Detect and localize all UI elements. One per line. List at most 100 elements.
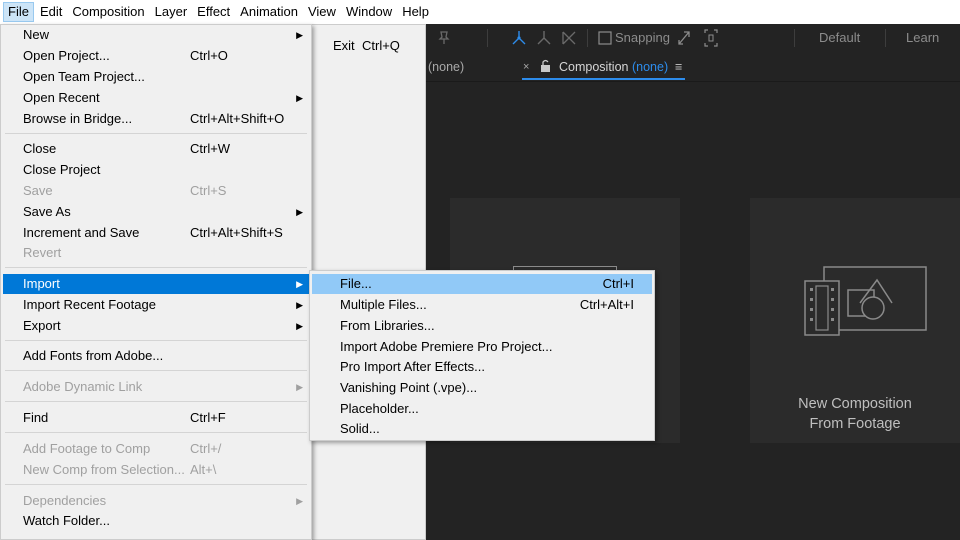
puppet-advanced-icon[interactable]	[535, 24, 553, 52]
menu-item-label: Browse in Bridge...	[23, 111, 133, 126]
menu-item-label: Add Footage to Comp	[23, 441, 151, 456]
menu-item-exit[interactable]: Exit Ctrl+Q	[312, 36, 425, 56]
menu-item-label: Adobe Dynamic Link	[23, 379, 143, 394]
import-item-from-libraries[interactable]: From Libraries...	[312, 316, 652, 336]
menu-item-shortcut: Ctrl+S	[190, 183, 227, 198]
exit-shortcut: Ctrl+Q	[362, 38, 400, 53]
menu-help[interactable]: Help	[398, 2, 433, 22]
snap-arrow-icon[interactable]	[676, 24, 692, 52]
menu-item-save-as[interactable]: Save As ▶	[3, 202, 309, 222]
menu-item-label: From Libraries...	[340, 318, 435, 333]
menu-item-label: Import Recent Footage	[23, 297, 156, 312]
menu-separator	[5, 340, 307, 341]
import-item-premiere-project[interactable]: Import Adobe Premiere Pro Project...	[312, 337, 652, 357]
menu-item-new[interactable]: New ▶	[3, 25, 309, 45]
menu-item-label: Open Project...	[23, 48, 110, 63]
menu-separator	[5, 267, 307, 268]
menu-item-label: Save As	[23, 204, 71, 219]
menu-item-label: Placeholder...	[340, 401, 419, 416]
new-comp-from-footage-card[interactable]: New Composition From Footage	[750, 198, 960, 443]
import-item-placeholder[interactable]: Placeholder...	[312, 399, 652, 419]
file-menu: New ▶ Open Project... Ctrl+O Open Team Pro…	[0, 24, 312, 540]
menu-item-shortcut: Ctrl+I	[602, 276, 634, 291]
menu-separator	[5, 401, 307, 402]
composition-tab-value: (none)	[631, 60, 669, 74]
project-tab-none[interactable]: (none)	[428, 52, 464, 82]
menu-composition[interactable]: Composition	[68, 2, 148, 22]
menu-item-label: Close Project	[23, 162, 101, 177]
menu-item-close[interactable]: Close Ctrl+W	[3, 139, 309, 159]
menu-item-label: Add Fonts from Adobe...	[23, 348, 164, 363]
menu-item-label: Export	[23, 318, 61, 333]
menu-item-shortcut: Ctrl+Alt+Shift+S	[190, 225, 283, 240]
menu-item-watch-folder[interactable]: Watch Folder...	[3, 511, 309, 531]
menu-item-import[interactable]: Import ▶	[3, 274, 309, 294]
menu-item-shortcut: Ctrl+W	[190, 141, 231, 156]
menu-item-label: File...	[340, 276, 372, 291]
menu-item-label: Vanishing Point (.vpe)...	[340, 380, 478, 395]
menu-separator	[5, 484, 307, 485]
menu-item-find[interactable]: Find Ctrl+F	[3, 408, 309, 428]
menu-item-label: Dependencies	[23, 493, 107, 508]
snap-grid-icon[interactable]	[703, 24, 719, 52]
menu-item-label: New	[23, 27, 50, 42]
menu-item-label: Increment and Save	[23, 225, 140, 240]
composition-tab-label: Composition	[559, 60, 629, 74]
menu-item-new-comp-from-selection: New Comp from Selection... Alt+\	[3, 460, 309, 480]
import-item-file[interactable]: File... Ctrl+I	[312, 274, 652, 294]
exit-label: Exit	[333, 38, 355, 53]
submenu-arrow-icon: ▶	[296, 93, 303, 103]
submenu-arrow-icon: ▶	[296, 496, 303, 506]
card-caption-line1: New Composition	[798, 396, 912, 412]
menu-item-open-project[interactable]: Open Project... Ctrl+O	[3, 46, 309, 66]
import-item-pro-import-ae[interactable]: Pro Import After Effects...	[312, 357, 652, 377]
menu-layer[interactable]: Layer	[151, 2, 192, 22]
menu-edit[interactable]: Edit	[36, 2, 66, 22]
submenu-arrow-icon: ▶	[296, 30, 303, 40]
menu-item-shortcut: Alt+\	[190, 462, 217, 477]
card-caption-line2: From Footage	[809, 416, 901, 432]
menu-separator	[5, 133, 307, 134]
active-tab-indicator	[522, 78, 685, 80]
menu-item-add-fonts[interactable]: Add Fonts from Adobe...	[3, 346, 309, 366]
menu-item-import-recent-footage[interactable]: Import Recent Footage ▶	[3, 295, 309, 315]
import-item-solid[interactable]: Solid...	[312, 419, 652, 439]
submenu-arrow-icon: ▶	[296, 382, 303, 392]
import-item-vanishing-point[interactable]: Vanishing Point (.vpe)...	[312, 378, 652, 398]
submenu-arrow-icon: ▶	[296, 279, 303, 289]
menu-item-browse-in-bridge[interactable]: Browse in Bridge... Ctrl+Alt+Shift+O	[3, 109, 309, 129]
menu-item-open-team-project[interactable]: Open Team Project...	[3, 67, 309, 87]
menu-item-label: Save	[23, 183, 53, 198]
menu-item-label: Find	[23, 410, 49, 425]
menu-effect[interactable]: Effect	[193, 2, 234, 22]
menu-item-increment-and-save[interactable]: Increment and Save Ctrl+Alt+Shift+S	[3, 223, 309, 243]
submenu-arrow-icon: ▶	[296, 321, 303, 331]
menu-animation[interactable]: Animation	[236, 2, 302, 22]
menu-file[interactable]: File	[3, 2, 34, 22]
menu-item-open-recent[interactable]: Open Recent ▶	[3, 88, 309, 108]
workspace-learn[interactable]: Learn	[906, 24, 939, 52]
snapping-checkbox[interactable]	[598, 24, 612, 52]
puppet-pin-icon[interactable]	[510, 24, 528, 52]
menu-item-label: Import Adobe Premiere Pro Project...	[340, 339, 553, 354]
menu-item-dependencies: Dependencies ▶	[3, 491, 309, 511]
menu-item-shortcut: Ctrl+F	[190, 410, 226, 425]
puppet-bend-icon[interactable]	[560, 24, 578, 52]
menu-item-export[interactable]: Export ▶	[3, 316, 309, 336]
menu-item-shortcut: Ctrl+/	[190, 441, 222, 456]
menu-item-save: Save Ctrl+S	[3, 181, 309, 201]
workspace-default[interactable]: Default	[819, 24, 860, 52]
menu-view[interactable]: View	[304, 2, 340, 22]
import-submenu: File... Ctrl+I Multiple Files... Ctrl+Alt+…	[309, 270, 655, 441]
menu-window[interactable]: Window	[342, 2, 396, 22]
menu-item-label: Open Recent	[23, 90, 100, 105]
menu-item-label: Solid...	[340, 421, 380, 436]
import-item-multiple-files[interactable]: Multiple Files... Ctrl+Alt+I	[312, 295, 652, 315]
menu-item-label: Revert	[23, 245, 62, 260]
menu-item-add-footage-to-comp: Add Footage to Comp Ctrl+/	[3, 439, 309, 459]
snapping-label: Snapping	[615, 30, 670, 45]
submenu-arrow-icon: ▶	[296, 300, 303, 310]
menu-item-close-project[interactable]: Close Project	[3, 160, 309, 180]
menu-item-label: Pro Import After Effects...	[340, 359, 485, 374]
pin-icon[interactable]	[437, 24, 451, 52]
